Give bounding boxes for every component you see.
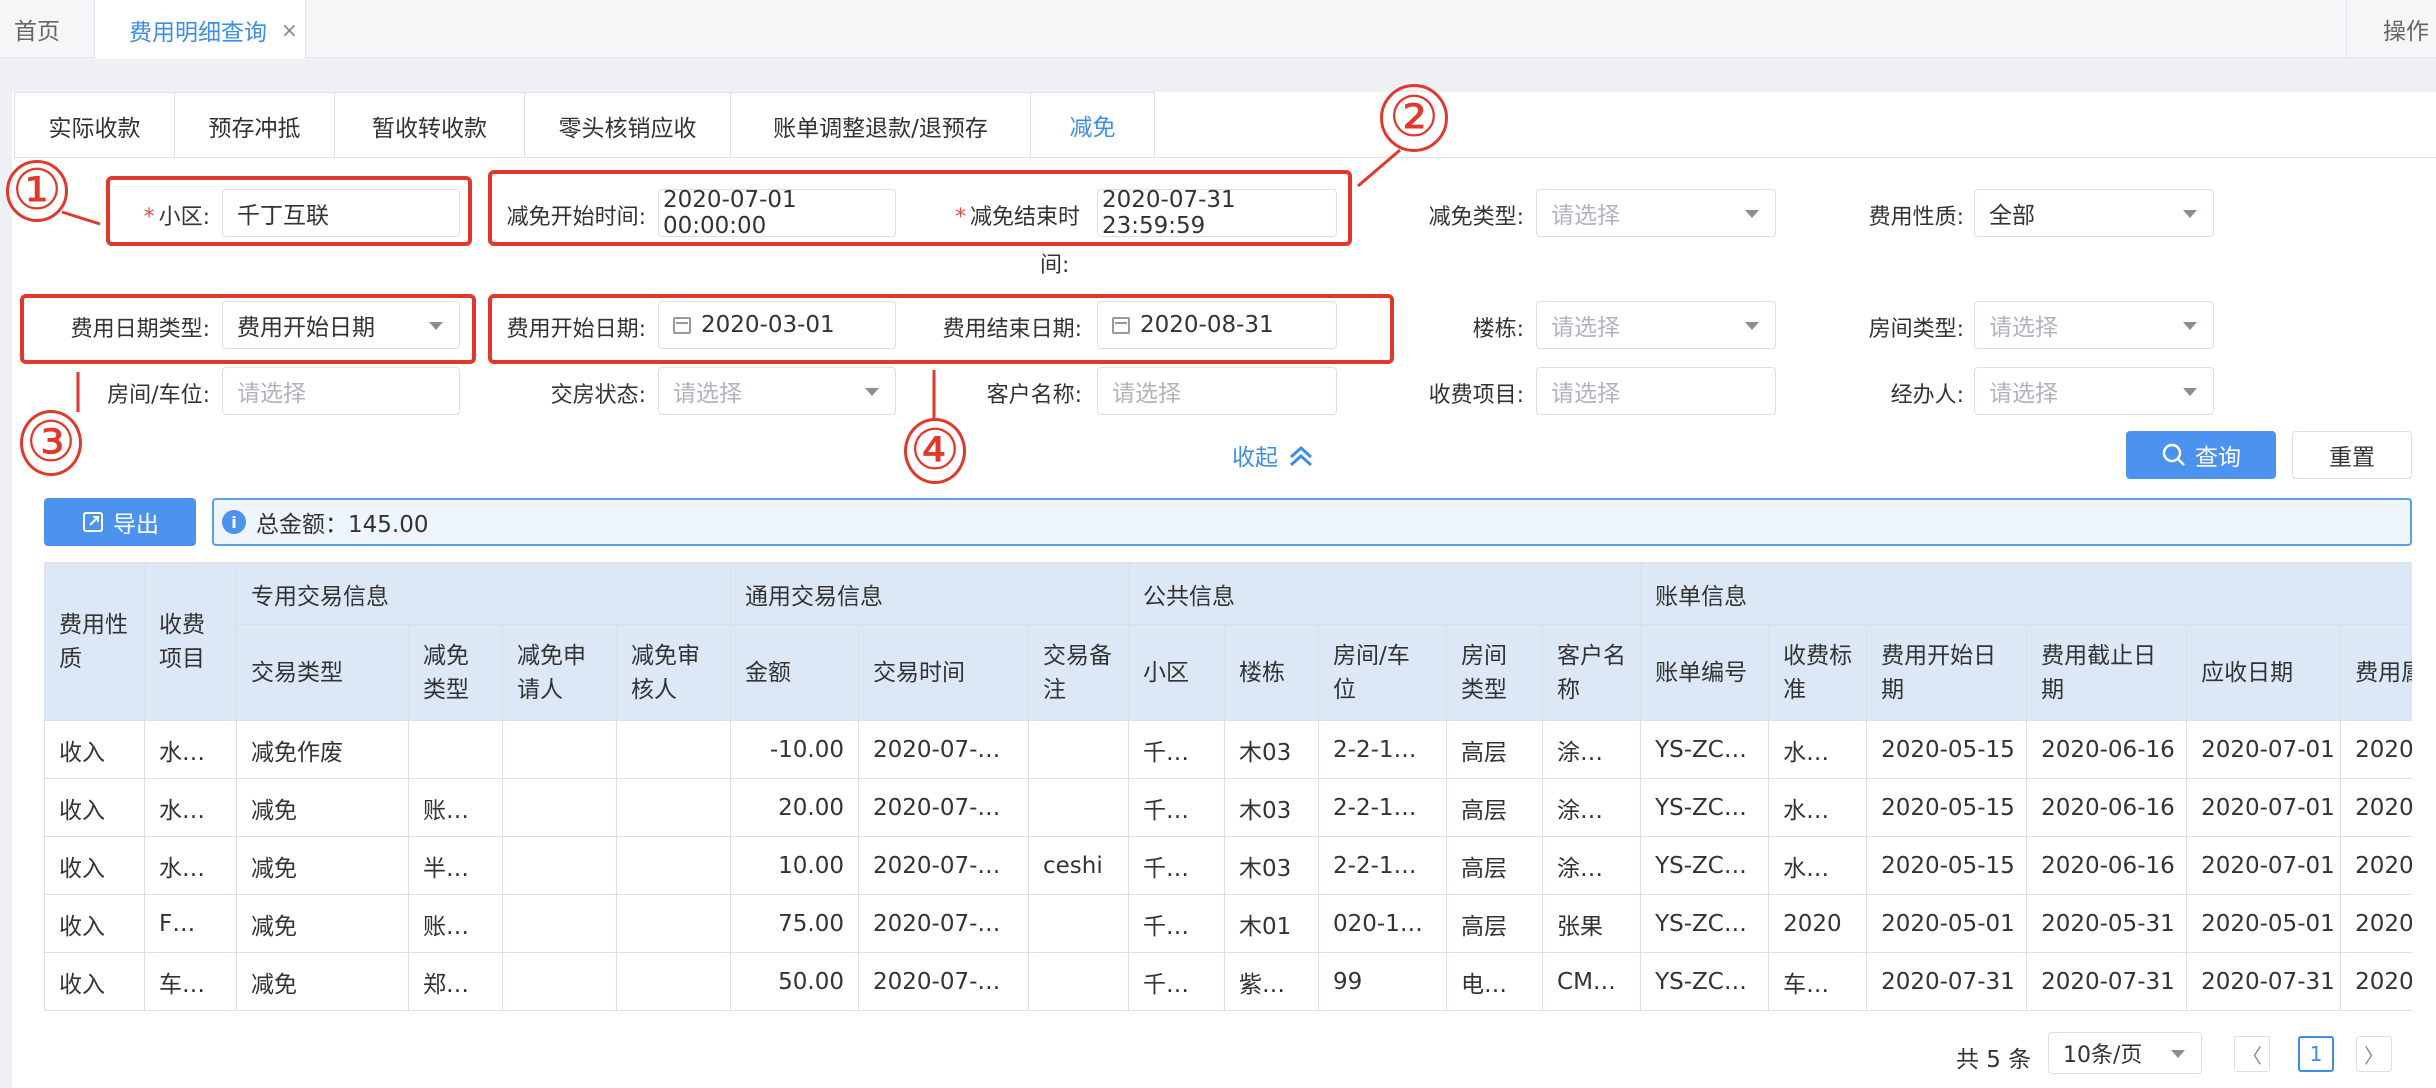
arrow-1 [61, 210, 101, 226]
arrow-2 [1357, 148, 1401, 188]
annotation-arrows [61, 148, 1401, 420]
